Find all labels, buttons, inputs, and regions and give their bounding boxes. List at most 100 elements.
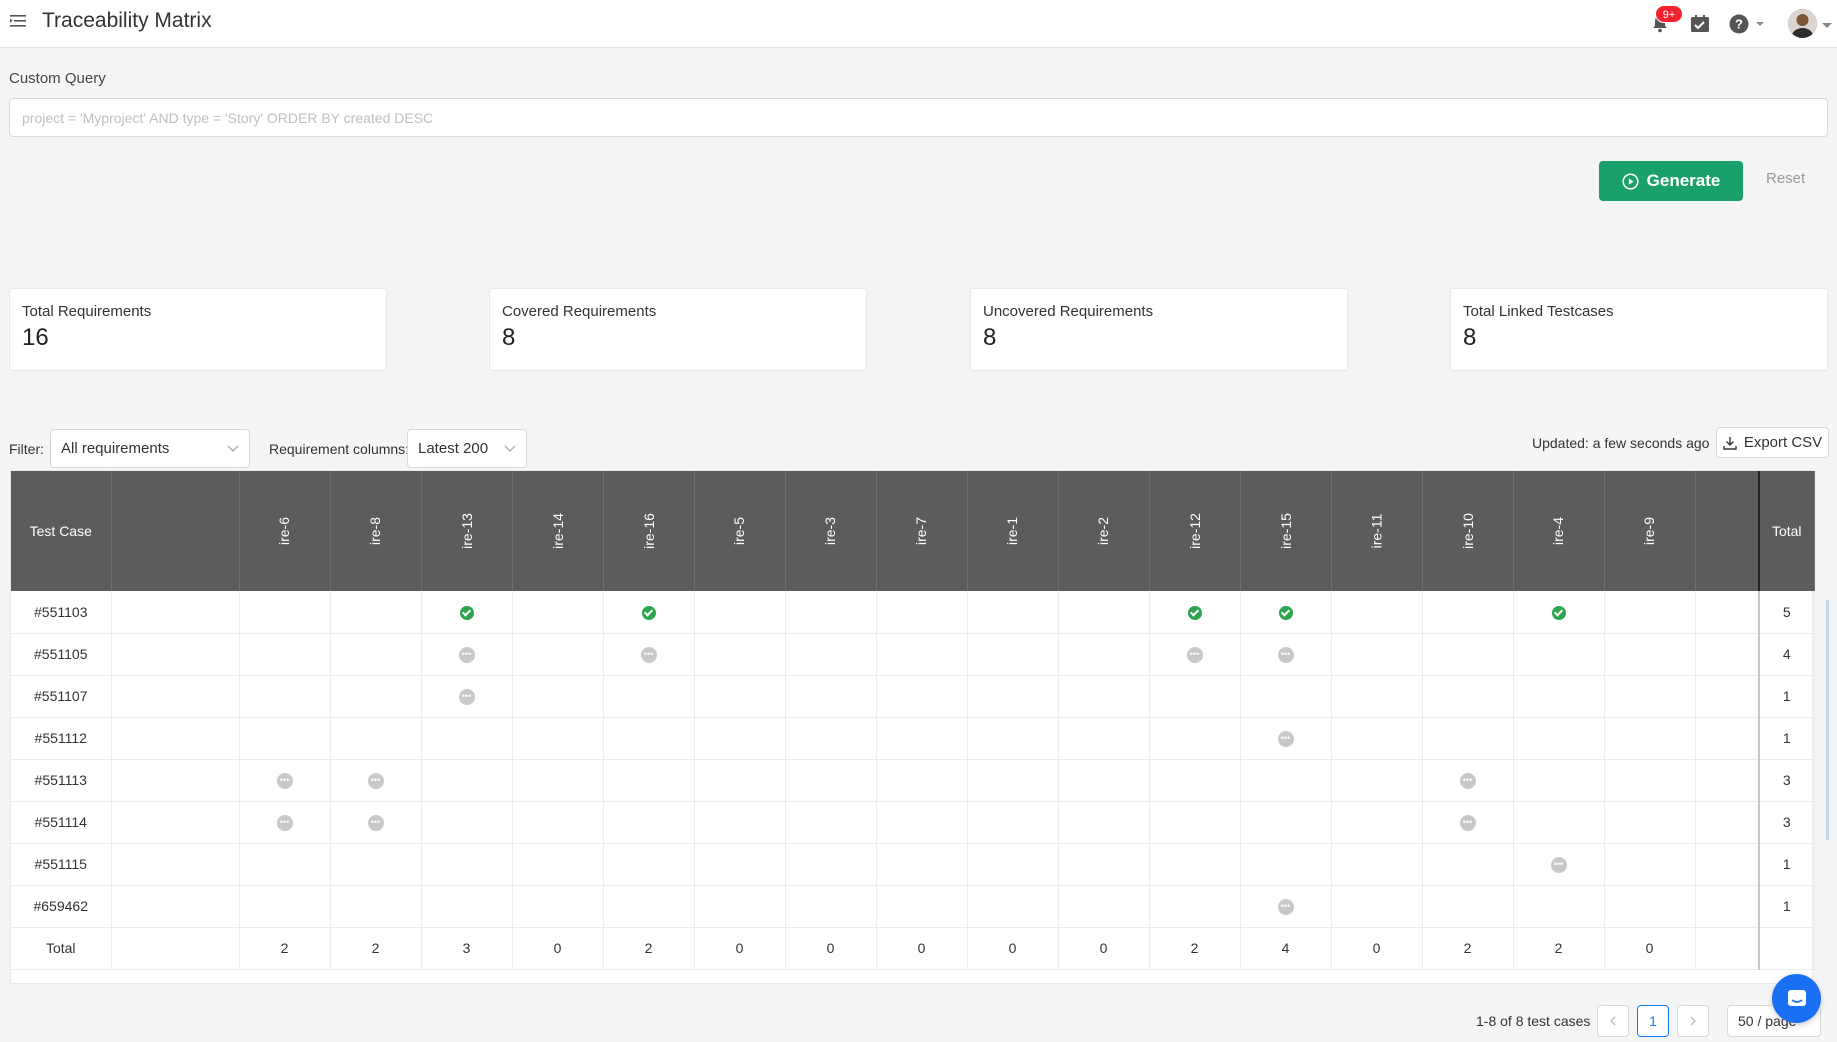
matrix-cell (421, 885, 513, 928)
matrix-cell (1422, 717, 1514, 760)
matrix-cell[interactable]: ••• (1422, 759, 1514, 802)
table-scrollbar[interactable] (1826, 600, 1829, 840)
test-case-id[interactable]: #551105 (11, 633, 112, 676)
column-header-requirement[interactable]: ire-8 (330, 471, 422, 591)
check-circle-icon[interactable] (1278, 605, 1293, 620)
matrix-cell[interactable] (1149, 591, 1241, 634)
pending-dots-icon[interactable]: ••• (276, 814, 293, 831)
matrix-cell[interactable]: ••• (1149, 633, 1241, 676)
pending-dots-icon[interactable]: ••• (1550, 856, 1567, 873)
matrix-cell[interactable]: ••• (1240, 717, 1332, 760)
totals-row: Total 2 2 3 0 2 0 0 0 0 0 2 4 0 2 2 0 (11, 927, 1815, 970)
pending-dots-icon[interactable]: ••• (367, 814, 384, 831)
column-header-total: Total (1758, 471, 1815, 591)
test-case-id[interactable]: #551113 (11, 759, 112, 802)
matrix-cell (1422, 885, 1514, 928)
blank-cell (1695, 717, 1760, 760)
matrix-cell[interactable] (603, 591, 695, 634)
column-total: 0 (1604, 927, 1696, 970)
matrix-cell (512, 843, 604, 886)
filter-select[interactable]: All requirements (50, 429, 250, 468)
matrix-cell[interactable]: ••• (330, 801, 422, 844)
pending-dots-icon[interactable]: ••• (276, 772, 293, 789)
test-case-id[interactable]: #551114 (11, 801, 112, 844)
column-header-requirement[interactable]: ire-11 (1331, 471, 1423, 591)
check-circle-icon[interactable] (1187, 605, 1202, 620)
test-case-id[interactable]: #551112 (11, 717, 112, 760)
test-case-id[interactable]: #659462 (11, 885, 112, 928)
matrix-cell (421, 759, 513, 802)
check-circle-icon[interactable] (1551, 605, 1566, 620)
export-csv-button[interactable]: Export CSV (1716, 427, 1829, 458)
calendar-check-icon[interactable] (1689, 13, 1711, 35)
next-page-button[interactable] (1677, 1005, 1709, 1037)
pending-dots-icon[interactable]: ••• (1277, 730, 1294, 747)
column-header-requirement[interactable]: ire-6 (239, 471, 331, 591)
column-header-requirement[interactable]: ire-9 (1604, 471, 1696, 591)
matrix-cell[interactable]: ••• (603, 633, 695, 676)
test-case-id[interactable]: #551107 (11, 675, 112, 718)
column-header-requirement[interactable]: ire-3 (785, 471, 877, 591)
stat-card-total-linked-testcases: Total Linked Testcases 8 (1450, 288, 1828, 371)
matrix-cell[interactable]: ••• (1422, 801, 1514, 844)
reset-button[interactable]: Reset (1766, 170, 1805, 187)
pending-dots-icon[interactable]: ••• (1277, 898, 1294, 915)
check-circle-icon[interactable] (459, 605, 474, 620)
column-header-requirement[interactable]: ire-12 (1149, 471, 1241, 591)
pending-dots-icon[interactable]: ••• (1459, 814, 1476, 831)
matrix-cell (603, 801, 695, 844)
matrix-cell (512, 759, 604, 802)
matrix-cell[interactable]: ••• (1240, 633, 1332, 676)
user-menu[interactable] (1788, 9, 1834, 39)
check-circle-icon[interactable] (641, 605, 656, 620)
pending-dots-icon[interactable]: ••• (367, 772, 384, 789)
requirement-label: ire-14 (549, 513, 566, 549)
matrix-cell[interactable]: ••• (1240, 885, 1332, 928)
matrix-cell[interactable]: ••• (421, 675, 513, 718)
matrix-cell (512, 801, 604, 844)
column-header-blank (1695, 471, 1760, 591)
pending-dots-icon[interactable]: ••• (1186, 646, 1203, 663)
matrix-cell[interactable]: ••• (1513, 843, 1605, 886)
column-header-requirement[interactable]: ire-16 (603, 471, 695, 591)
chat-launcher-button[interactable] (1772, 974, 1821, 1023)
pending-dots-icon[interactable]: ••• (640, 646, 657, 663)
pending-dots-icon[interactable]: ••• (1459, 772, 1476, 789)
matrix-cell[interactable]: ••• (239, 759, 331, 802)
column-header-requirement[interactable]: ire-4 (1513, 471, 1605, 591)
matrix-cell[interactable]: ••• (421, 633, 513, 676)
matrix-cell[interactable]: ••• (330, 759, 422, 802)
column-header-requirement[interactable]: ire-1 (967, 471, 1059, 591)
matrix-cell (1331, 801, 1423, 844)
requirement-columns-select[interactable]: Latest 200 (407, 429, 527, 468)
column-header-requirement[interactable]: ire-10 (1422, 471, 1514, 591)
help-icon[interactable]: ? (1729, 13, 1769, 35)
blank-cell (1758, 927, 1815, 970)
matrix-cell[interactable] (1513, 591, 1605, 634)
column-header-requirement[interactable]: ire-2 (1058, 471, 1150, 591)
table-row: #659462 ••• 1 (11, 885, 1815, 928)
matrix-cell (1604, 591, 1696, 634)
column-header-requirement[interactable]: ire-13 (421, 471, 513, 591)
test-case-id[interactable]: #551103 (11, 591, 112, 634)
test-case-id[interactable]: #551115 (11, 843, 112, 886)
prev-page-button[interactable] (1597, 1005, 1629, 1037)
column-header-requirement[interactable]: ire-14 (512, 471, 604, 591)
generate-button[interactable]: Generate (1599, 161, 1743, 201)
column-header-requirement[interactable]: ire-5 (694, 471, 786, 591)
column-total: 2 (330, 927, 422, 970)
matrix-cell[interactable] (421, 591, 513, 634)
column-header-requirement[interactable]: ire-15 (1240, 471, 1332, 591)
column-total: 2 (1422, 927, 1514, 970)
pending-dots-icon[interactable]: ••• (458, 646, 475, 663)
menu-icon[interactable] (9, 12, 27, 30)
matrix-cell[interactable] (1240, 591, 1332, 634)
custom-query-input[interactable] (9, 98, 1828, 137)
requirement-label: ire-3 (822, 516, 839, 546)
column-header-requirement[interactable]: ire-7 (876, 471, 968, 591)
pending-dots-icon[interactable]: ••• (1277, 646, 1294, 663)
pending-dots-icon[interactable]: ••• (458, 688, 475, 705)
page-button[interactable]: 1 (1637, 1005, 1669, 1037)
matrix-cell[interactable]: ••• (239, 801, 331, 844)
matrix-cell (1149, 759, 1241, 802)
